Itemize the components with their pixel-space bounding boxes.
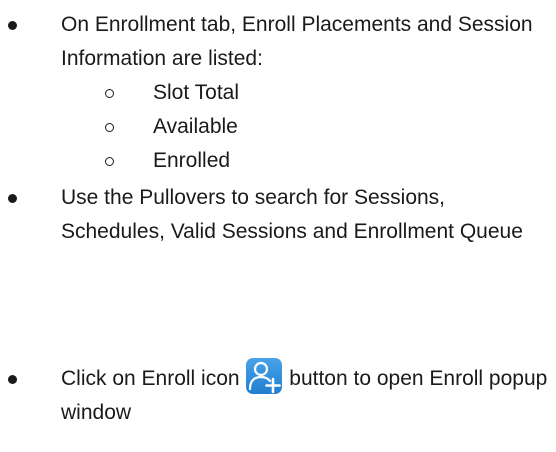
bullet-item-enroll-icon: Click on Enroll icon button to open Enro… xyxy=(0,358,556,442)
circle-bullet-icon xyxy=(105,89,114,98)
bullet-dot-icon xyxy=(8,21,17,30)
bullet-dot-icon xyxy=(8,194,17,203)
bullet-dot-icon xyxy=(8,375,17,384)
bullet-text: Use the Pullovers to search for Sessions… xyxy=(61,186,523,243)
circle-bullet-icon xyxy=(105,123,114,132)
bullet-item-enrollment-tab: On Enrollment tab, Enroll Placements and… xyxy=(0,8,556,76)
sub-item-slot-total: Slot Total xyxy=(0,76,556,110)
sub-item-text: Available xyxy=(153,115,238,138)
bullet-text: On Enrollment tab, Enroll Placements and… xyxy=(61,13,533,70)
sub-item-text: Enrolled xyxy=(153,149,231,172)
sub-item-text: Slot Total xyxy=(153,81,239,104)
bullet-text: Click on Enroll icon button to open Enro… xyxy=(61,358,551,430)
enroll-user-add-icon[interactable] xyxy=(246,358,283,395)
bullet-text-before-icon: Click on Enroll icon xyxy=(61,367,240,390)
sub-item-available: Available xyxy=(0,110,556,144)
sub-item-enrolled: Enrolled xyxy=(0,144,556,178)
circle-bullet-icon xyxy=(105,157,114,166)
bullet-item-pullovers: Use the Pullovers to search for Sessions… xyxy=(0,181,556,283)
